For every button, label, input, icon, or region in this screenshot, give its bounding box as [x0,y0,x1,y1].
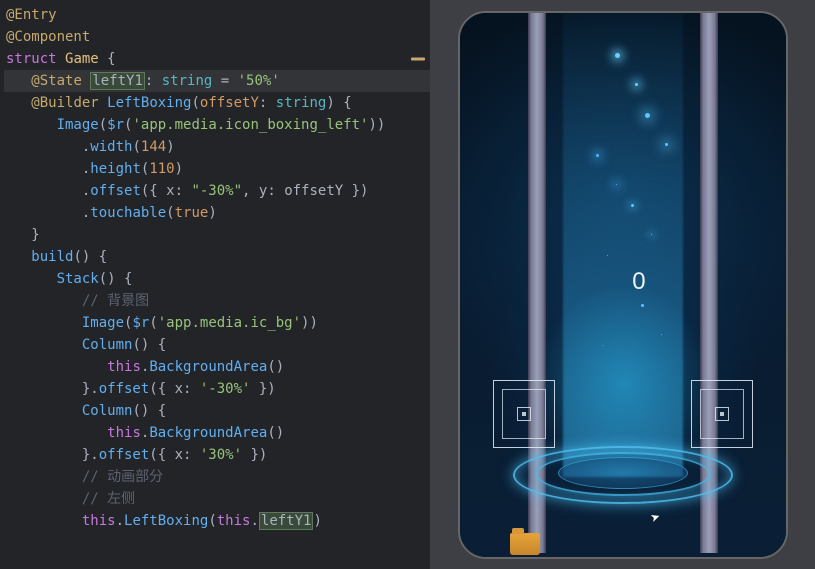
code-line: Column() { [4,400,430,422]
code-line: @Component [4,26,430,48]
boxing-right[interactable] [691,380,753,448]
preview-panel: 0 ➤ [430,0,815,569]
code-line: @State leftY1: string = '50%' [4,70,430,92]
code-line: .height(110) [4,158,430,180]
code-line: this.BackgroundArea() [4,356,430,378]
code-editor[interactable]: @Entry @Component struct Game { @State l… [0,0,430,569]
code-line: // 左侧 [4,488,430,510]
code-line: // 动画部分 [4,466,430,488]
code-line: .offset({ x: "-30%", y: offsetY }) [4,180,430,202]
code-line: this.BackgroundArea() [4,422,430,444]
score-text: 0 [632,268,645,296]
device-frame: 0 ➤ [458,11,788,559]
code-line: Stack() { [4,268,430,290]
code-line: Image($r('app.media.ic_bg')) [4,312,430,334]
boxing-inner [502,389,546,439]
code-line: this.LeftBoxing(this.leftY1) [4,510,430,532]
folder-icon[interactable] [510,533,540,555]
boxing-left[interactable] [493,380,555,448]
light-beam [563,13,683,477]
code-line: }.offset({ x: '30%' }) [4,444,430,466]
code-line: }.offset({ x: '-30%' }) [4,378,430,400]
target-icon [715,407,729,421]
code-line: } [4,224,430,246]
code-line: @Builder LeftBoxing(offsetY: string) { [4,92,430,114]
code-line: build() { [4,246,430,268]
code-line: // 背景图 [4,290,430,312]
code-area[interactable]: @Entry @Component struct Game { @State l… [0,4,430,532]
target-icon [517,407,531,421]
code-line: .touchable(true) [4,202,430,224]
code-line: struct Game { [4,48,430,70]
code-line: Image($r('app.media.icon_boxing_left')) [4,114,430,136]
platform [513,437,733,512]
ring-inner [558,457,688,489]
code-line: @Entry [4,4,430,26]
boxing-inner [700,389,744,439]
code-line: Column() { [4,334,430,356]
code-line: .width(144) [4,136,430,158]
